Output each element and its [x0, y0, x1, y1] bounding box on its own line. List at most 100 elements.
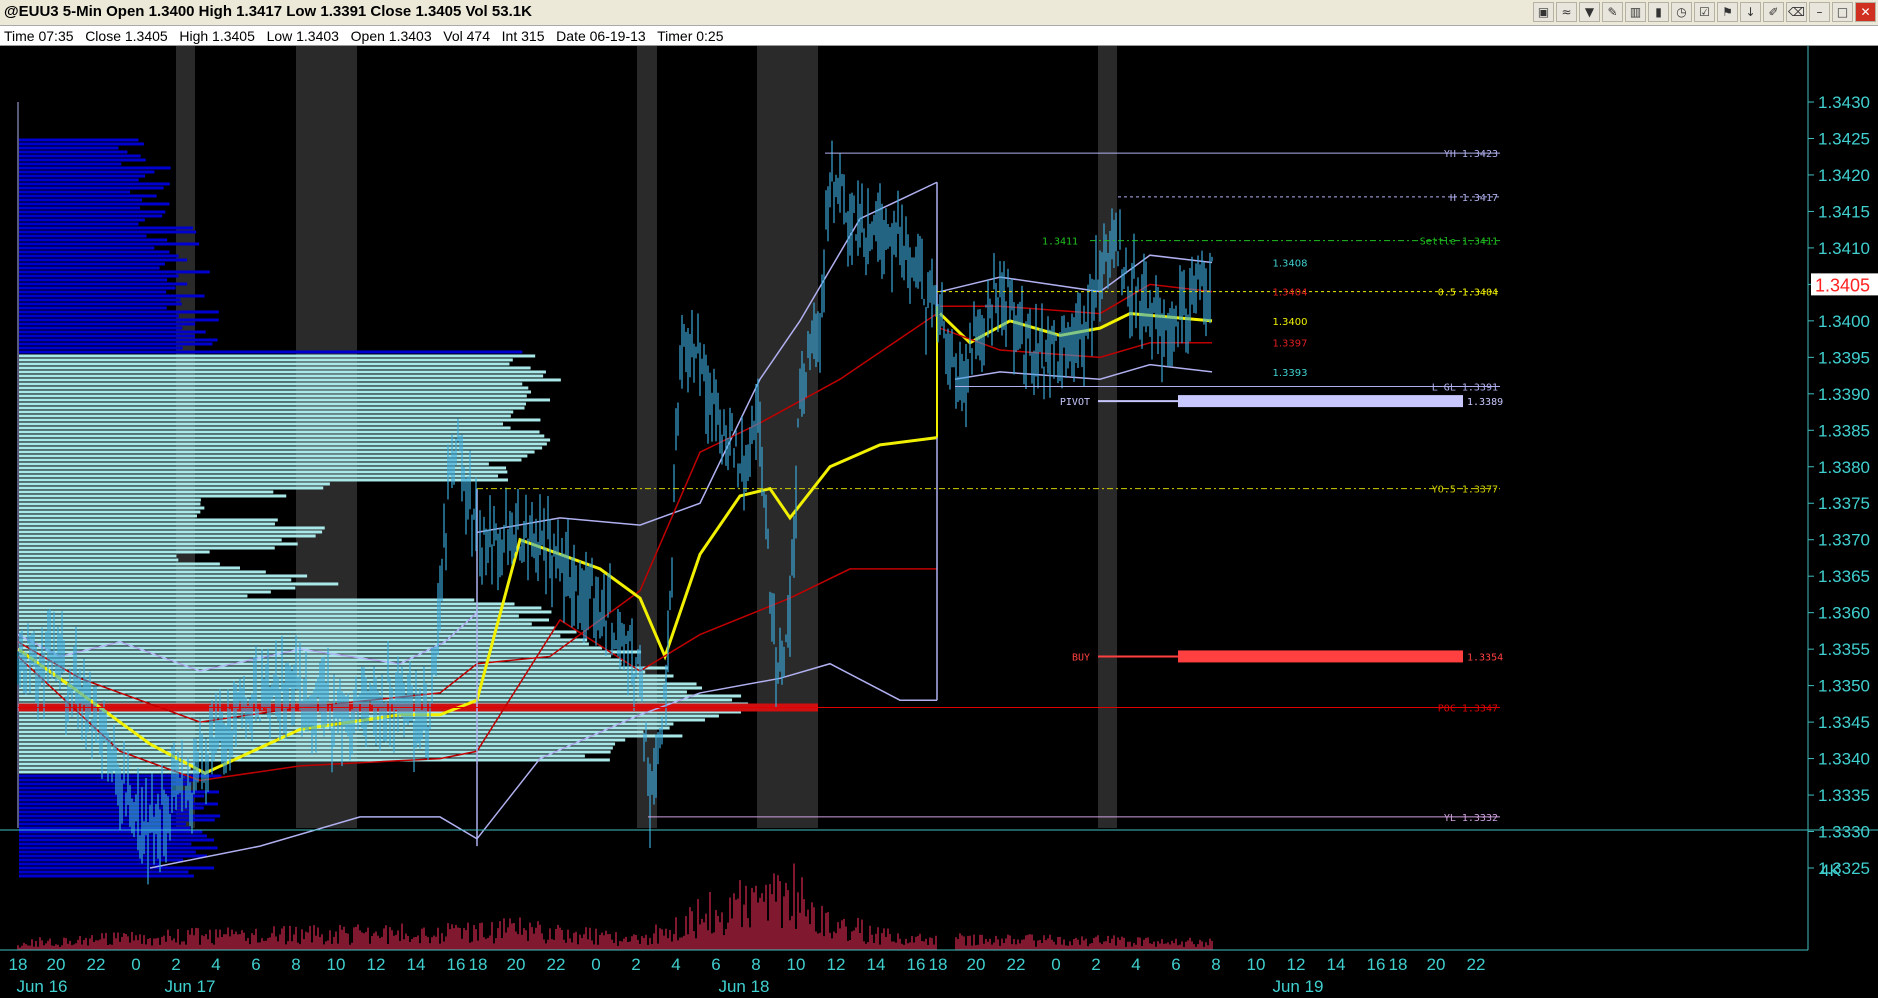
- hour-label: 8: [291, 955, 300, 974]
- hour-label: 20: [967, 955, 986, 974]
- profile-row: [19, 174, 145, 178]
- hour-label: 22: [547, 955, 566, 974]
- hour-label: 6: [251, 955, 260, 974]
- hour-label: 2: [631, 955, 640, 974]
- profile-row: [19, 202, 170, 206]
- candle-icon[interactable]: ▮: [1648, 2, 1669, 22]
- profile-row: [19, 378, 561, 382]
- info-close: Close 1.3405: [85, 28, 168, 44]
- price-tick-label: 1.3430: [1818, 93, 1870, 112]
- profile-row: [19, 238, 168, 242]
- profile-row: [19, 534, 316, 538]
- restore-icon[interactable]: □: [1832, 2, 1853, 22]
- profile-row: [19, 282, 188, 286]
- toolbar: ▣ ≈ ▼ ✎ ▥ ▮ ◷ ☑ ⚑ ↓ ✐ ⌫ – □ ✕: [1533, 2, 1876, 23]
- hour-label: 10: [1247, 955, 1266, 974]
- info-line: Time 07:35 Close 1.3405 High 1.3405 Low …: [4, 28, 724, 44]
- down-arrow-icon[interactable]: ↓: [1740, 2, 1761, 22]
- info-timer: Timer 0:25: [657, 28, 724, 44]
- price-tick-label: 1.3390: [1818, 385, 1870, 404]
- hour-label: 0: [131, 955, 140, 974]
- pen-icon[interactable]: ✐: [1763, 2, 1784, 22]
- close-icon[interactable]: ✕: [1855, 2, 1876, 22]
- profile-row: [19, 614, 519, 618]
- hour-label: 0: [1051, 955, 1060, 974]
- profile-row: [19, 334, 195, 338]
- hour-label: 4: [211, 955, 220, 974]
- clock-icon[interactable]: ◷: [1671, 2, 1692, 22]
- profile-row: [19, 342, 213, 346]
- hour-label: 4: [671, 955, 680, 974]
- profile-row: [19, 470, 508, 474]
- profile-row: [19, 450, 535, 454]
- window-title: @EUU3 5-Min Open 1.3400 High 1.3417 Low …: [4, 3, 532, 20]
- profile-row: [19, 318, 219, 322]
- session-shade: [1098, 46, 1117, 828]
- profile-row: [19, 518, 278, 522]
- profile-row: [19, 566, 241, 570]
- checkbox-icon[interactable]: ☑: [1694, 2, 1715, 22]
- profile-row: [19, 578, 292, 582]
- profile-row: [19, 246, 155, 250]
- chart-icon[interactable]: ▣: [1533, 2, 1554, 22]
- profile-row: [19, 590, 271, 594]
- profile-row: [19, 402, 526, 406]
- info-int: Int 315: [501, 28, 545, 44]
- profile-row: [19, 178, 139, 182]
- info-date: Date 06-19-13: [556, 28, 646, 44]
- info-open: Open 1.3403: [350, 28, 432, 44]
- trash-icon[interactable]: ⌫: [1786, 2, 1807, 22]
- profile-row: [19, 406, 525, 410]
- profile-row: [19, 786, 173, 790]
- profile-row: [19, 530, 323, 534]
- funnel-icon[interactable]: ▼: [1579, 2, 1600, 22]
- day-label: Jun 18: [718, 977, 769, 996]
- band-label: 1.3408: [1273, 258, 1308, 269]
- hour-label: 16: [447, 955, 466, 974]
- minimize-icon[interactable]: –: [1809, 2, 1830, 22]
- profile-row: [19, 158, 146, 162]
- flag-icon[interactable]: ⚑: [1717, 2, 1738, 22]
- profile-row: [19, 610, 552, 614]
- profile-row: [19, 554, 177, 558]
- price-chart[interactable]: YH 1.3423 H 1.3417 Settle 1.3411 0.5 1.3404…: [0, 46, 1878, 998]
- profile-row: [19, 846, 218, 850]
- profile-row: [19, 594, 248, 598]
- profile-row: [19, 782, 192, 786]
- zone-label: BUY: [1072, 652, 1090, 663]
- hour-label: 20: [507, 955, 526, 974]
- hour-label: 8: [751, 955, 760, 974]
- profile-row: [19, 346, 183, 350]
- profile-row: [19, 538, 282, 542]
- hour-label: 16: [907, 955, 926, 974]
- bars-icon[interactable]: ▥: [1625, 2, 1646, 22]
- profile-row: [19, 242, 200, 246]
- hour-label: 6: [1171, 955, 1180, 974]
- hour-label: 0: [591, 955, 600, 974]
- zone-bar: [1178, 395, 1463, 408]
- hour-label: 22: [1007, 955, 1026, 974]
- price-tick-label: 1.3380: [1818, 458, 1870, 477]
- profile-row: [19, 830, 203, 834]
- profile-row: [19, 142, 144, 146]
- price-tick-label: 1.3425: [1818, 129, 1870, 148]
- hour-label: 14: [867, 955, 886, 974]
- profile-row: [19, 574, 308, 578]
- profile-row: [19, 570, 266, 574]
- title-bar: @EUU3 5-Min Open 1.3400 High 1.3417 Low …: [0, 0, 1878, 26]
- profile-row: [19, 226, 194, 230]
- price-tick-label: 1.3420: [1818, 166, 1870, 185]
- profile-row: [19, 478, 508, 482]
- hour-label: 12: [367, 955, 386, 974]
- profile-row: [19, 454, 528, 458]
- profile-row: [19, 210, 166, 214]
- settle-left-label: 1.3411: [1042, 237, 1078, 248]
- profile-row: [19, 542, 298, 546]
- profile-row: [19, 250, 170, 254]
- profile-row: [19, 874, 194, 878]
- wave-icon[interactable]: ≈: [1556, 2, 1577, 22]
- price-tick-label: 1.3345: [1818, 713, 1870, 732]
- day-label: Jun 19: [1272, 977, 1323, 996]
- profile-row: [19, 398, 551, 402]
- pencil-icon[interactable]: ✎: [1602, 2, 1623, 22]
